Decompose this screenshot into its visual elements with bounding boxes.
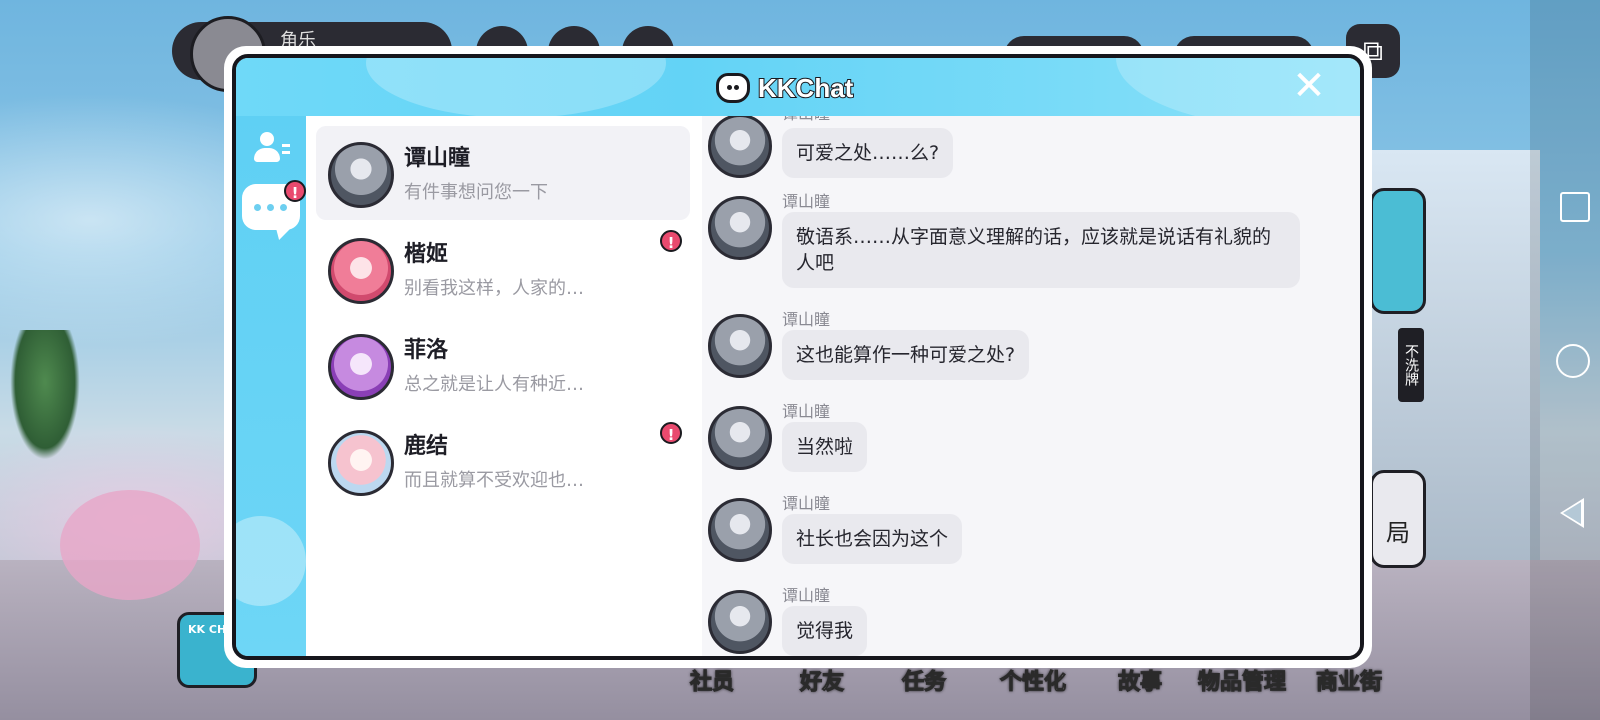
bottom-nav: 社员 好友 任务 个性化 故事 物品管理 商业街 bbox=[689, 664, 1430, 696]
message-avatar bbox=[708, 498, 772, 562]
background-plant bbox=[10, 330, 80, 460]
nav-members[interactable]: 社员 bbox=[689, 664, 734, 696]
header-cloud-decoration bbox=[366, 58, 666, 118]
contact-avatar bbox=[328, 430, 394, 496]
message-bubble: 可爱之处……么? bbox=[782, 128, 954, 178]
side-card-top[interactable] bbox=[1370, 188, 1426, 314]
contact-name: 菲洛 bbox=[404, 338, 449, 363]
back-icon[interactable] bbox=[1560, 498, 1584, 528]
message-avatar bbox=[708, 196, 772, 260]
kkchat-logo-icon bbox=[716, 73, 750, 103]
sidebar-cloud-decoration bbox=[236, 516, 306, 606]
message-sender: 谭山瞳 bbox=[782, 494, 831, 513]
kkchat-modal: KKChat ✕ ! 谭山瞳 有件事想问您一下 楷姬 别看我这样，人家的… ! … bbox=[224, 46, 1372, 668]
contact-name: 谭山瞳 bbox=[404, 146, 471, 171]
contact-item[interactable]: 菲洛 总之就是让人有种近… bbox=[316, 318, 690, 412]
contacts-icon[interactable] bbox=[254, 130, 290, 166]
contact-item[interactable]: 鹿结 而且就算不受欢迎也… ! bbox=[316, 414, 690, 508]
contact-name: 楷姬 bbox=[404, 242, 449, 267]
kkchat-header: KKChat ✕ bbox=[236, 58, 1360, 128]
contact-item[interactable]: 谭山瞳 有件事想问您一下 bbox=[316, 126, 690, 220]
unread-alert-badge: ! bbox=[660, 422, 682, 444]
contact-preview: 有件事想问您一下 bbox=[404, 182, 548, 203]
contact-item[interactable]: 楷姬 别看我这样，人家的… ! bbox=[316, 222, 690, 316]
contact-preview: 总之就是让人有种近… bbox=[404, 374, 584, 395]
message-bubble: 这也能算作一种可爱之处? bbox=[782, 330, 1030, 380]
background-bunny-plush bbox=[60, 490, 200, 600]
message-avatar bbox=[708, 590, 772, 654]
message-sender: 谭山瞳 bbox=[782, 586, 831, 605]
nav-tasks[interactable]: 任务 bbox=[901, 664, 946, 696]
contact-preview: 别看我这样，人家的… bbox=[404, 278, 584, 299]
nav-friends[interactable]: 好友 bbox=[799, 664, 844, 696]
contact-avatar bbox=[328, 238, 394, 304]
message-sender: 谭山瞳 bbox=[782, 402, 831, 421]
side-tag[interactable]: 不洗牌 bbox=[1398, 328, 1424, 402]
message-bubble: 当然啦 bbox=[782, 422, 868, 472]
contact-avatar bbox=[328, 334, 394, 400]
nav-story[interactable]: 故事 bbox=[1117, 664, 1162, 696]
contact-name: 鹿结 bbox=[404, 434, 449, 459]
home-icon[interactable] bbox=[1556, 344, 1590, 378]
unread-alert-badge: ! bbox=[660, 230, 682, 252]
message-avatar bbox=[708, 406, 772, 470]
message-bubble: 敬语系……从字面意义理解的话，应该就是说话有礼貌的人吧 bbox=[782, 212, 1300, 288]
message-sender: 谭山瞳 bbox=[782, 192, 831, 211]
brand: KKChat bbox=[716, 68, 854, 108]
close-icon[interactable]: ✕ bbox=[1290, 66, 1328, 106]
contact-avatar bbox=[328, 142, 394, 208]
nav-items[interactable]: 物品管理 bbox=[1197, 664, 1286, 696]
kkchat-window: KKChat ✕ ! 谭山瞳 有件事想问您一下 楷姬 别看我这样，人家的… ! … bbox=[232, 54, 1364, 660]
kkchat-sidebar: ! bbox=[236, 116, 306, 656]
message-avatar bbox=[708, 116, 772, 178]
message-avatar bbox=[708, 314, 772, 378]
message-bubble: 觉得我 bbox=[782, 606, 868, 656]
nav-shop-street[interactable]: 商业街 bbox=[1315, 664, 1382, 696]
message-sender: 谭山瞳 bbox=[782, 116, 830, 124]
side-card-bottom[interactable]: 局 bbox=[1370, 470, 1426, 568]
chat-messages[interactable]: 谭山瞳 可爱之处……么? 谭山瞳 敬语系……从字面意义理解的话，应该就是说话有礼… bbox=[702, 116, 1360, 656]
contact-list: 谭山瞳 有件事想问您一下 楷姬 别看我这样，人家的… ! 菲洛 总之就是让人有种… bbox=[306, 116, 702, 656]
message-sender: 谭山瞳 bbox=[782, 310, 831, 329]
message-bubble: 社长也会因为这个 bbox=[782, 514, 963, 564]
recent-apps-icon[interactable] bbox=[1560, 192, 1590, 222]
app-title: KKChat bbox=[757, 72, 854, 104]
nav-personalize[interactable]: 个性化 bbox=[999, 664, 1066, 696]
contact-preview: 而且就算不受欢迎也… bbox=[404, 470, 584, 491]
chats-alert-badge: ! bbox=[284, 180, 306, 202]
